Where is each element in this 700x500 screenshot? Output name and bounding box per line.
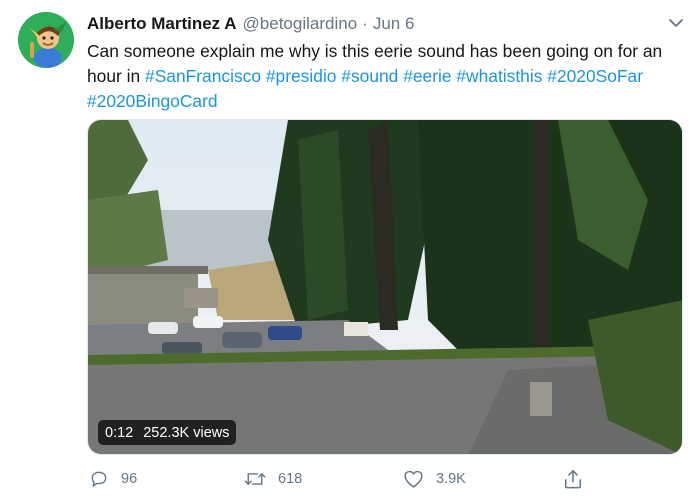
- tweet-card[interactable]: Alberto Martinez A @betogilardino · Jun …: [0, 0, 700, 500]
- video-player[interactable]: [87, 119, 683, 455]
- tweet-date[interactable]: Jun 6: [373, 14, 415, 34]
- more-options-button[interactable]: [665, 12, 687, 34]
- hashtag-link[interactable]: #2020BingoCard: [87, 91, 218, 111]
- tweet-actions: 96 618 3.9K: [0, 466, 700, 492]
- header-separator: ·: [362, 14, 368, 33]
- like-count: 3.9K: [436, 471, 466, 487]
- author-handle[interactable]: @betogilardino: [243, 14, 358, 34]
- share-upload-icon: [564, 470, 582, 489]
- hashtag-link[interactable]: #SanFrancisco: [145, 66, 261, 86]
- chevron-down-icon: [669, 19, 683, 27]
- heart-outline-icon: [404, 470, 423, 488]
- avatar-cartoon-icon: [18, 12, 74, 68]
- retweet-count: 618: [278, 471, 303, 487]
- reply-count: 96: [121, 471, 138, 487]
- video-time: 0:12: [105, 424, 134, 441]
- author-name[interactable]: Alberto Martinez A: [87, 14, 237, 34]
- speech-bubble-icon: [91, 471, 107, 487]
- hashtag-link[interactable]: #whatisthis: [456, 66, 542, 86]
- reply-button[interactable]: 96: [89, 466, 137, 492]
- tweet-text: Can someone explain me why is this eerie…: [87, 39, 682, 114]
- retweet-button[interactable]: 618: [244, 466, 302, 492]
- hashtag-link[interactable]: #presidio: [266, 66, 337, 86]
- video-meta-badge: 0:12 252.3K views: [98, 420, 237, 445]
- hashtag-link[interactable]: #eerie: [403, 66, 451, 86]
- hashtag-link[interactable]: #2020SoFar: [547, 66, 643, 86]
- tweet-header: Alberto Martinez A @betogilardino · Jun …: [87, 13, 414, 35]
- video-frame-scene: [88, 120, 682, 454]
- like-button[interactable]: 3.9K: [403, 466, 466, 492]
- video-views: 252.3K views: [143, 424, 230, 441]
- avatar[interactable]: [18, 12, 74, 68]
- share-button[interactable]: [563, 466, 583, 492]
- hashtag-link[interactable]: #sound: [341, 66, 398, 86]
- retweet-arrows-icon: [244, 473, 266, 485]
